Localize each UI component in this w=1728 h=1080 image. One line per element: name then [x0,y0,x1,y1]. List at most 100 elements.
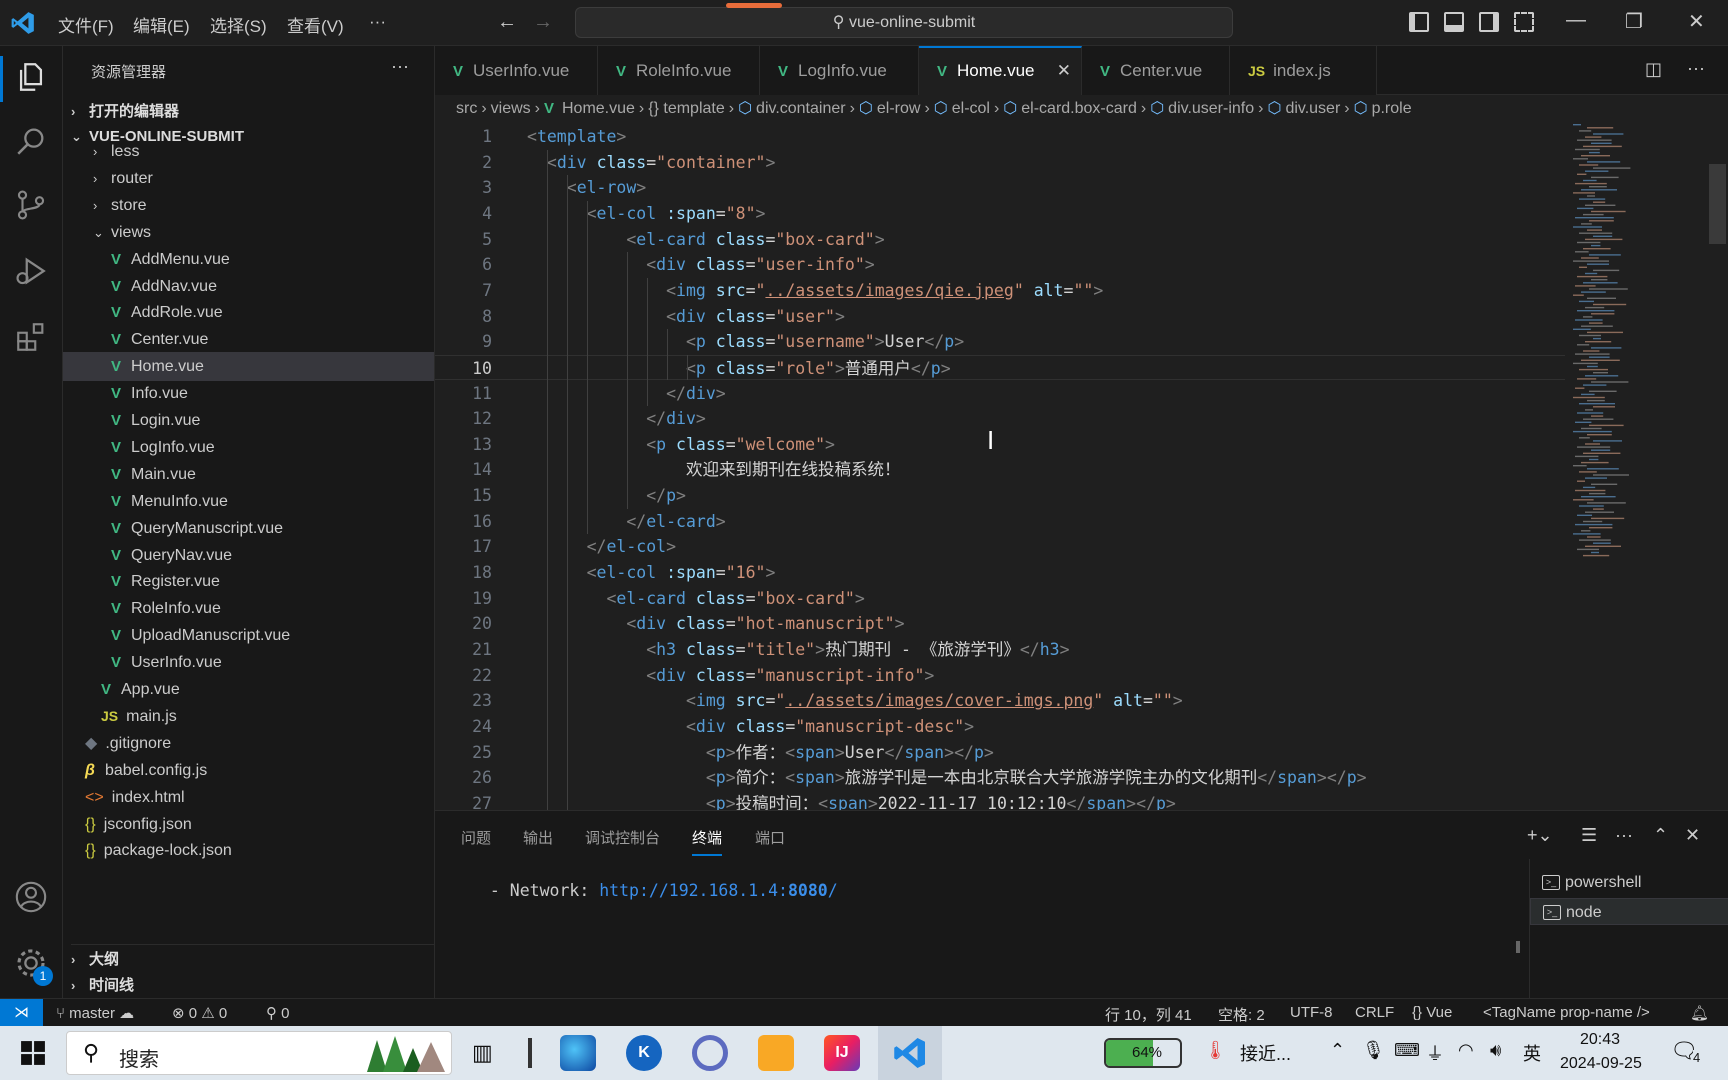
code-line[interactable]: 9 <p class="username">User</p> [435,329,1565,355]
terminal-list-icon[interactable]: ☰ [1581,825,1597,846]
ime-pad-icon[interactable]: ⌨ [1394,1040,1420,1061]
file-item[interactable]: V LogInfo.vue [63,433,434,462]
breadcrumb-item[interactable]: src [456,100,477,117]
clock-date[interactable]: 2024-09-25 [1560,1055,1642,1073]
windows-start-icon[interactable] [20,1040,46,1066]
file-item[interactable]: {} jsconfig.json [63,810,434,839]
editor-tab[interactable]: JS index.js [1230,46,1377,95]
new-terminal-icon[interactable]: +⌄ [1527,825,1553,846]
code-line[interactable]: 22 <div class="manuscript-info"> [435,663,1565,689]
code-line[interactable]: 1 <template> [435,124,1565,150]
code-line[interactable]: 12 </div> [435,406,1565,432]
explorer-icon[interactable] [14,60,48,94]
terminal-item-node[interactable]: >_ node [1530,898,1728,925]
outline-section[interactable]: › 大纲 [71,944,442,969]
file-item[interactable]: V MenuInfo.vue [63,487,434,516]
file-item[interactable]: V AddNav.vue [63,272,434,301]
file-item[interactable]: V Home.vue [63,352,434,382]
breadcrumb-item[interactable]: el-col [952,100,990,117]
file-item[interactable]: V UserInfo.vue [63,648,434,677]
minimap[interactable] [1567,124,1707,810]
file-item[interactable]: {} package-lock.json [63,836,434,865]
ime-language[interactable]: 英 [1523,1040,1541,1066]
breadcrumb-item[interactable]: Home.vue [562,100,635,117]
open-editors-section[interactable]: › 打开的编辑器 [71,100,179,121]
breadcrumb-item[interactable]: el-row [877,100,921,117]
menu-edit[interactable]: 编辑(E) [133,12,190,37]
explorer-more-icon[interactable]: ··· [391,56,409,77]
breadcrumb-item[interactable]: p.role [1372,100,1412,117]
folder-item[interactable]: ⌄ views [63,218,434,247]
folder-item[interactable]: › store [63,191,434,220]
editor-tab[interactable]: V UserInfo.vue [435,46,598,95]
problems-status[interactable]: ⊗ 0 ⚠ 0 [172,1004,227,1022]
code-line[interactable]: 23 <img src="../assets/images/cover-imgs… [435,688,1565,714]
command-center-search[interactable]: ⚲ vue-online-submit [575,3,1233,38]
editor-tab[interactable]: V RoleInfo.vue [598,46,760,95]
vscode-taskbar-active[interactable] [878,1026,942,1080]
split-editor-icon[interactable]: ◫ [1645,59,1662,80]
code-line[interactable]: 14 欢迎来到期刊在线投稿系统！ [435,457,1565,483]
file-item[interactable]: JS main.js [63,702,434,731]
indentation[interactable]: 空格: 2 [1218,1004,1265,1025]
code-line[interactable]: 7 <img src="../assets/images/qie.jpeg" a… [435,278,1565,304]
file-item[interactable]: V QueryManuscript.vue [63,514,434,543]
restore-icon[interactable]: ❐ [1625,9,1643,34]
menu-file[interactable]: 文件(F) [58,12,114,37]
panel-tab-output[interactable]: 输出 [523,827,553,848]
code-line[interactable]: 25 <p>作者：<span>User</span></p> [435,740,1565,766]
file-item[interactable]: V Center.vue [63,325,434,354]
code-editor[interactable]: 1 <template> 2 <div class="container"> 3 <e… [435,124,1565,810]
code-line[interactable]: 10 <p class="role">普通用户</p> [435,354,1565,381]
language-mode[interactable]: {} Vue [1412,1004,1452,1021]
volume-icon[interactable]: 🔊︎ [1490,1040,1501,1061]
breadcrumb-item[interactable]: div.user-info [1168,100,1254,117]
menu-more[interactable]: ··· [369,12,386,32]
editor-more-icon[interactable]: ··· [1687,58,1705,79]
file-item[interactable]: V Main.vue [63,460,434,489]
power-plug-icon[interactable]: ⏚ [1426,1040,1444,1066]
panel-more-icon[interactable]: ··· [1615,825,1633,846]
breadcrumb-item[interactable]: views [491,100,531,117]
file-item[interactable]: V UploadManuscript.vue [63,621,434,650]
toggle-sidebar-icon[interactable] [1409,12,1429,32]
folder-item[interactable]: › less [63,137,434,166]
terminal-scrollbar[interactable] [1516,941,1520,953]
battery-indicator[interactable]: 64% [1104,1038,1182,1068]
terminal-item-powershell[interactable]: >_ powershell [1530,869,1728,896]
code-line[interactable]: 8 <div class="user"> [435,304,1565,330]
taskbar-search[interactable]: ⚲ 搜索 [66,1031,452,1075]
k-app-icon[interactable]: K [626,1035,662,1071]
menu-select[interactable]: 选择(S) [210,12,267,37]
task-view-icon[interactable]: ▥ [472,1040,493,1066]
code-line[interactable]: 17 </el-col> [435,534,1565,560]
code-line[interactable]: 13 <p class="welcome"> [435,432,1565,458]
notifications-bell-icon[interactable]: 🔔︎ [1690,1004,1709,1022]
close-panel-icon[interactable]: ✕ [1685,825,1700,846]
tray-chevron-icon[interactable]: ⌃ [1330,1040,1345,1061]
sync-app-icon[interactable] [692,1035,728,1071]
code-line[interactable]: 19 <el-card class="box-card"> [435,586,1565,612]
code-line[interactable]: 15 </p> [435,483,1565,509]
toggle-secondary-sidebar-icon[interactable] [1479,12,1499,32]
editor-tab[interactable]: V Center.vue [1082,46,1230,95]
breadcrumb-item[interactable]: {} template [648,100,725,117]
panel-tab-ports[interactable]: 端口 [755,827,785,848]
network-url[interactable]: http://192.168.1.4: [599,881,788,900]
remote-indicator-icon[interactable]: ⋊ [0,999,43,1027]
clock-time[interactable]: 20:43 [1580,1031,1620,1049]
close-window-icon[interactable]: ✕ [1688,9,1705,34]
editor-scrollbar[interactable] [1707,124,1728,810]
code-line[interactable]: 27 <p>投稿时间：<span>2022-11-17 10:12:10</sp… [435,791,1565,810]
terminal-output[interactable]: - Network: http://192.168.1.4:8080/ [480,881,838,900]
toggle-panel-icon[interactable] [1444,12,1464,32]
file-item[interactable]: V RoleInfo.vue [63,594,434,623]
breadcrumb-item[interactable]: el-card.box-card [1021,100,1137,117]
code-line[interactable]: 4 <el-col :span="8"> [435,201,1565,227]
code-line[interactable]: 16 </el-card> [435,509,1565,535]
code-line[interactable]: 11 </div> [435,381,1565,407]
forward-arrow-icon[interactable]: → [533,11,553,34]
scrollbar-thumb[interactable] [1709,164,1726,244]
minimize-icon[interactable]: — [1566,9,1586,32]
weather-text[interactable]: 接近... [1240,1040,1291,1066]
